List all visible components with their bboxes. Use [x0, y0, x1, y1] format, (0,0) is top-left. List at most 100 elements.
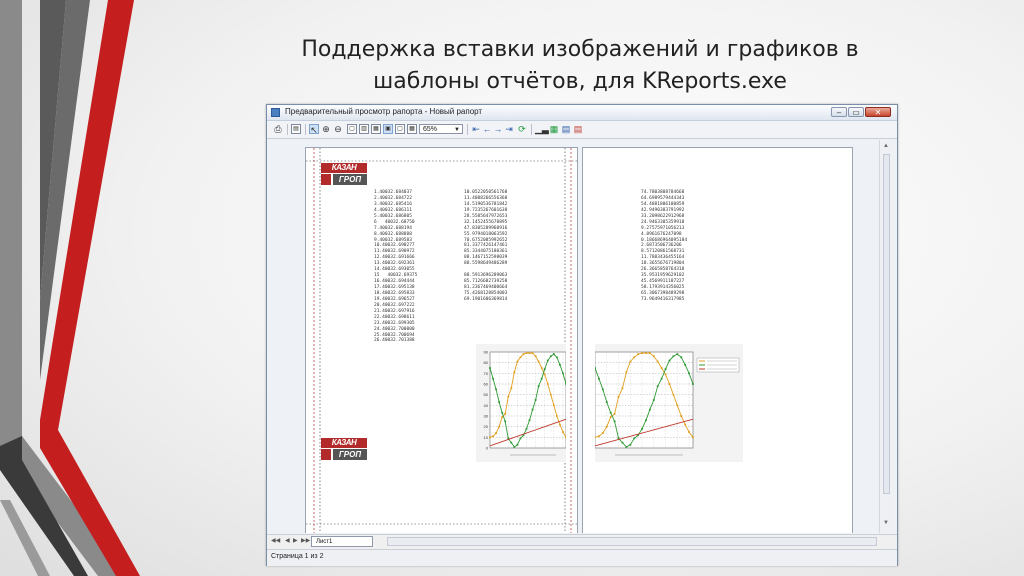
pointer-tool-icon[interactable]: ↖ [309, 124, 319, 135]
report-cell: 54.4881806100859 [641, 201, 685, 207]
chart-icon[interactable]: ▁▃ [535, 124, 549, 134]
horizontal-scrollbar[interactable] [387, 537, 877, 546]
y-tick-label: 80 [484, 360, 489, 365]
page-1-margins [306, 148, 579, 533]
chart-2 [595, 344, 743, 462]
series-point [507, 395, 510, 398]
report-cell: 5.40032.686805 [374, 213, 412, 219]
logo-text-bottom-2: ГРОП [333, 449, 367, 460]
close-button[interactable]: ✕ [865, 107, 891, 117]
report-cell: 28.5585647972653 [464, 213, 508, 219]
series-point [613, 412, 616, 415]
y-tick-label: 30 [484, 414, 489, 419]
scroll-down-icon[interactable]: ▼ [883, 520, 889, 526]
window-title: Предварительный просмотр рапорта - Новый… [285, 107, 483, 116]
report-cell: 14.5190536781842 [464, 201, 508, 207]
series-point [552, 353, 555, 356]
refresh-icon[interactable]: ⟳ [517, 124, 527, 134]
series-point [492, 377, 494, 380]
series-point [656, 385, 659, 388]
zoom-out-icon[interactable]: ⊖ [333, 124, 343, 134]
series-point [601, 432, 604, 434]
series-point [565, 383, 566, 385]
four-pages-icon[interactable]: ▦ [371, 124, 381, 134]
series-point [656, 360, 659, 363]
chevron-down-icon: ▼ [454, 127, 460, 133]
tab-last-icon[interactable]: ▶▶ [301, 537, 310, 544]
zoom-in-icon[interactable]: ⊕ [321, 124, 331, 134]
series-point [495, 432, 497, 434]
whole-page-icon[interactable]: ▢ [395, 124, 405, 134]
vertical-scrollbar[interactable]: ▲ ▼ [879, 140, 894, 533]
report-cell: 21.40032.697916 [374, 308, 415, 314]
scroll-up-icon[interactable]: ▲ [883, 143, 889, 149]
series-point [595, 436, 596, 439]
minimize-button[interactable]: – [831, 107, 847, 117]
two-pages-icon[interactable]: ▥ [359, 124, 369, 134]
series-point [672, 393, 675, 396]
series-point [621, 441, 624, 444]
zoom-select[interactable]: 65% ▼ [419, 124, 463, 134]
series-point [525, 352, 528, 354]
report-column-values-1: 10.0522050561768 11.4088266556368 14.51905… [464, 190, 507, 303]
series-point [531, 352, 534, 354]
tab-sheet1[interactable]: Лист1 [311, 536, 373, 547]
report-cell: 69.1901606369814 [464, 296, 508, 302]
series-point [641, 427, 643, 430]
series-point [629, 360, 632, 363]
maximize-button[interactable]: ▭ [848, 107, 864, 117]
report-page-2: 74.7803808784668 64.6989579444343 54.48818… [582, 147, 853, 533]
word-export-icon[interactable]: ▤ [561, 124, 571, 134]
series-point [629, 443, 632, 446]
multi-page-icon[interactable]: ▦ [407, 124, 417, 134]
series-point [684, 423, 687, 426]
report-cell: 33.2098622912968 [641, 213, 685, 219]
status-bar: Страница 1 из 2 [267, 549, 897, 566]
series-point [559, 423, 561, 426]
report-cell: 64.6989579444343 [641, 195, 685, 201]
tab-first-icon[interactable]: ◀◀ [271, 537, 280, 544]
report-cell: 9.27575971056213 [641, 225, 685, 231]
print-icon[interactable]: ⎙ [273, 124, 283, 134]
series-point [513, 446, 516, 448]
series-point [543, 368, 546, 370]
page-width-icon[interactable]: ▣ [383, 124, 393, 134]
report-cell: 20.40032.697222 [374, 302, 415, 308]
series-point [668, 359, 671, 362]
one-page-icon[interactable]: ▢ [347, 124, 357, 134]
report-cell: 8.40032.688888 [374, 231, 412, 237]
pdf-export-icon[interactable]: ▤ [573, 124, 583, 134]
report-cell: 3.40032.685416 [374, 201, 412, 207]
series-point [595, 367, 596, 369]
excel-export-icon[interactable]: ▦ [549, 124, 559, 134]
page-setup-icon[interactable]: ▤ [291, 124, 301, 134]
window-titlebar[interactable]: Предварительный просмотр рапорта - Новый… [267, 105, 897, 121]
report-cell: 55.9794018063592 [464, 231, 508, 237]
report-cell: 65.3067398489298 [641, 290, 685, 296]
plot-area [489, 351, 566, 449]
series-point [513, 371, 516, 374]
next-page-icon[interactable]: → [493, 124, 503, 134]
report-cell: 19.7235267601638 [464, 207, 508, 213]
tab-prev-icon[interactable]: ◀ [285, 537, 290, 544]
series-point [504, 420, 507, 423]
prev-page-icon[interactable]: ← [482, 124, 492, 134]
report-cell: 24.9463305359918 [641, 219, 685, 225]
series-point [684, 363, 687, 366]
y-tick-label: 70 [484, 371, 489, 376]
series-point [516, 360, 519, 363]
series-point [546, 359, 549, 362]
first-page-icon[interactable]: ⇤ [471, 124, 481, 134]
y-tick-label: 50 [484, 392, 489, 397]
report-cell: 24.40032.700000 [374, 326, 415, 332]
series-point [540, 377, 543, 380]
tab-next-icon[interactable]: ▶ [293, 537, 298, 544]
series-point [504, 412, 507, 415]
report-cell: 47.8305289960916 [464, 225, 508, 231]
last-page-icon[interactable]: ⇥ [504, 124, 514, 134]
series-point [660, 377, 663, 380]
series-point [637, 353, 640, 356]
scroll-thumb[interactable] [883, 154, 890, 494]
series-point [528, 352, 531, 354]
series-point [534, 399, 537, 401]
